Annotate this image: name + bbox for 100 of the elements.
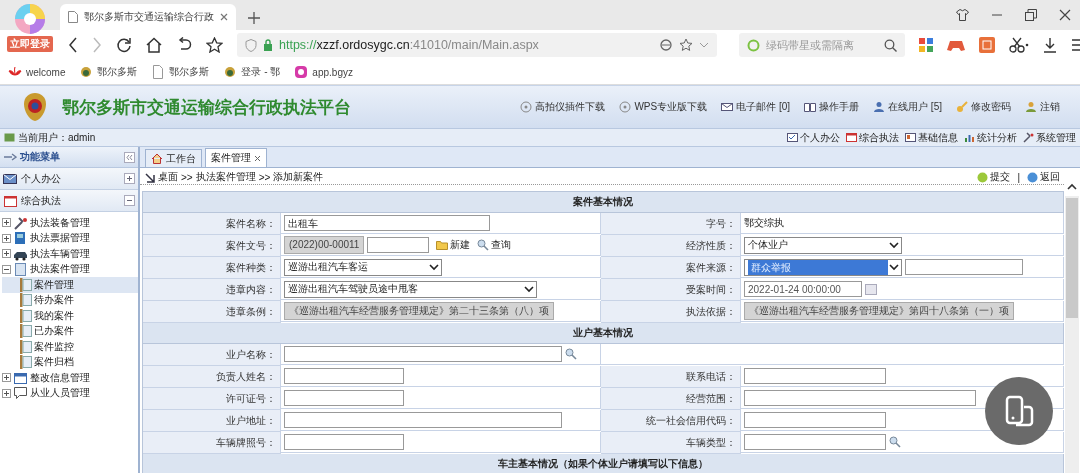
dropdown[interactable]: 巡游出租汽车客运 xyxy=(284,258,442,276)
tree-item[interactable]: 我的案件 xyxy=(34,308,74,323)
restore-icon[interactable] xyxy=(1025,9,1037,21)
bookmark[interactable]: 鄂尔多斯 xyxy=(97,65,138,79)
tree-item[interactable]: 整改信息管理 xyxy=(30,370,90,385)
bookmark[interactable]: welcome xyxy=(26,66,66,78)
apps-icon[interactable] xyxy=(919,38,933,52)
tree-item[interactable]: 执法车辆管理 xyxy=(30,246,90,261)
expand-icon[interactable] xyxy=(2,233,11,243)
star-icon[interactable] xyxy=(679,38,693,52)
tree-item[interactable]: 执法票据管理 xyxy=(30,231,90,246)
header-link[interactable]: 高拍仪插件下载 xyxy=(535,100,606,114)
module-link[interactable]: 综合执法 xyxy=(859,130,899,145)
search-icon[interactable] xyxy=(889,436,901,448)
breadcrumb-link[interactable]: 桌面 xyxy=(158,170,178,184)
expand-icon[interactable] xyxy=(2,249,11,259)
input-field[interactable]: 出租车 xyxy=(284,215,490,231)
input-field[interactable] xyxy=(367,237,430,253)
input-field[interactable] xyxy=(284,346,562,362)
input-field[interactable] xyxy=(744,368,886,384)
module-link[interactable]: 统计分析 xyxy=(977,130,1017,145)
header-link[interactable]: 修改密码 xyxy=(971,100,1011,114)
shirt-icon[interactable] xyxy=(956,9,969,21)
input-field[interactable] xyxy=(744,390,976,406)
lock-icon xyxy=(263,39,273,51)
breadcrumb-link[interactable]: 执法案件管理 xyxy=(195,170,256,184)
module-link[interactable]: 基础信息 xyxy=(918,130,958,145)
scissors-icon[interactable] xyxy=(1009,37,1029,53)
header-link[interactable]: WPS专业版下载 xyxy=(634,100,708,114)
expand-icon[interactable] xyxy=(2,388,11,398)
bookmark[interactable]: 登录 - 鄂 xyxy=(241,65,281,79)
expand-icon[interactable] xyxy=(2,218,11,228)
browser-logo-icon xyxy=(12,3,48,35)
collapse-icon[interactable] xyxy=(2,264,11,274)
header-link[interactable]: 操作手册 xyxy=(819,100,860,114)
header-link[interactable]: 注销 xyxy=(1040,100,1060,114)
browser-engine-icon[interactable] xyxy=(659,38,673,52)
expand-icon[interactable] xyxy=(2,373,11,383)
collapse-icon[interactable] xyxy=(124,195,135,206)
field-label: 字号： xyxy=(601,213,741,235)
header-link[interactable]: 电子邮件 [0] xyxy=(736,100,791,114)
query-link[interactable]: 查询 xyxy=(491,238,512,252)
calendar-icon xyxy=(846,132,857,143)
address-field[interactable]: https://xzzf.ordosygc.cn:41010/main/Main.aspx xyxy=(237,33,717,57)
new-tab-icon[interactable] xyxy=(248,12,260,24)
tree-item[interactable]: 已办案件 xyxy=(34,324,74,339)
input-field[interactable] xyxy=(744,434,886,450)
tree-item[interactable]: 待办案件 xyxy=(34,293,74,308)
scrollbar[interactable] xyxy=(1065,196,1079,473)
tab[interactable]: 工作台 xyxy=(145,149,202,167)
module-link[interactable]: 个人办公 xyxy=(800,130,840,145)
check-icon xyxy=(977,171,989,183)
home-icon[interactable] xyxy=(146,37,162,53)
tree-item[interactable]: 执法案件管理 xyxy=(30,262,90,277)
bookmark[interactable]: 鄂尔多斯 xyxy=(169,65,210,79)
tab[interactable]: 案件管理 xyxy=(205,148,267,167)
input-field[interactable] xyxy=(284,434,404,450)
module-link[interactable]: 系统管理 xyxy=(1036,130,1076,145)
input-field[interactable] xyxy=(284,390,404,406)
search-icon[interactable] xyxy=(565,348,577,360)
chevron-down-icon xyxy=(888,262,900,272)
dropdown[interactable]: 个体业户 xyxy=(744,236,902,254)
tree-item[interactable]: 案件归档 xyxy=(34,355,74,370)
search-icon xyxy=(477,239,490,251)
dropdown[interactable]: 巡游出租汽车驾驶员途中甩客 xyxy=(284,280,537,298)
calendar-icon xyxy=(3,193,17,208)
arrow-icon xyxy=(144,171,155,183)
close-icon[interactable] xyxy=(254,154,261,162)
dropdown[interactable]: 群众举报 xyxy=(744,258,902,276)
input-field[interactable] xyxy=(284,368,404,384)
tree-item[interactable]: 案件监控 xyxy=(34,339,74,354)
key-icon xyxy=(956,101,968,113)
user-icon xyxy=(1025,101,1037,113)
undo-icon[interactable] xyxy=(176,37,192,53)
breadcrumb-link[interactable]: 添加新案件 xyxy=(273,170,324,184)
search-icon[interactable] xyxy=(884,38,897,52)
input-field[interactable] xyxy=(284,412,562,428)
action-link[interactable]: 提交 xyxy=(990,170,1011,184)
brand-logo-icon xyxy=(8,65,22,79)
date-field[interactable]: 2022-01-24 00:00:00 xyxy=(744,281,862,297)
folder-icon xyxy=(436,239,449,251)
star-icon[interactable] xyxy=(206,37,223,53)
header-link[interactable]: 在线用户 [5] xyxy=(888,100,942,114)
download-icon[interactable] xyxy=(1043,37,1057,53)
back-icon[interactable] xyxy=(68,37,78,53)
tree-item[interactable]: 从业人员管理 xyxy=(30,386,90,401)
reload-icon[interactable] xyxy=(116,37,132,53)
tree-item[interactable]: 执法装备管理 xyxy=(30,215,90,230)
input-field[interactable] xyxy=(905,259,1023,275)
input-field[interactable] xyxy=(744,412,886,428)
action-link[interactable]: 返回 xyxy=(1040,170,1060,184)
browser-tab[interactable]: 鄂尔多斯市交通运输综合行政 xyxy=(60,4,236,30)
close-icon[interactable] xyxy=(220,13,228,21)
bookmark[interactable]: app.bgyz xyxy=(312,66,353,78)
expand-icon[interactable] xyxy=(124,173,135,184)
scroll-up-icon[interactable] xyxy=(1067,182,1077,190)
emblem-icon xyxy=(79,65,94,79)
close-icon[interactable] xyxy=(1059,9,1071,21)
new-link[interactable]: 新建 xyxy=(450,238,471,252)
chevron-down-icon[interactable] xyxy=(699,41,709,49)
